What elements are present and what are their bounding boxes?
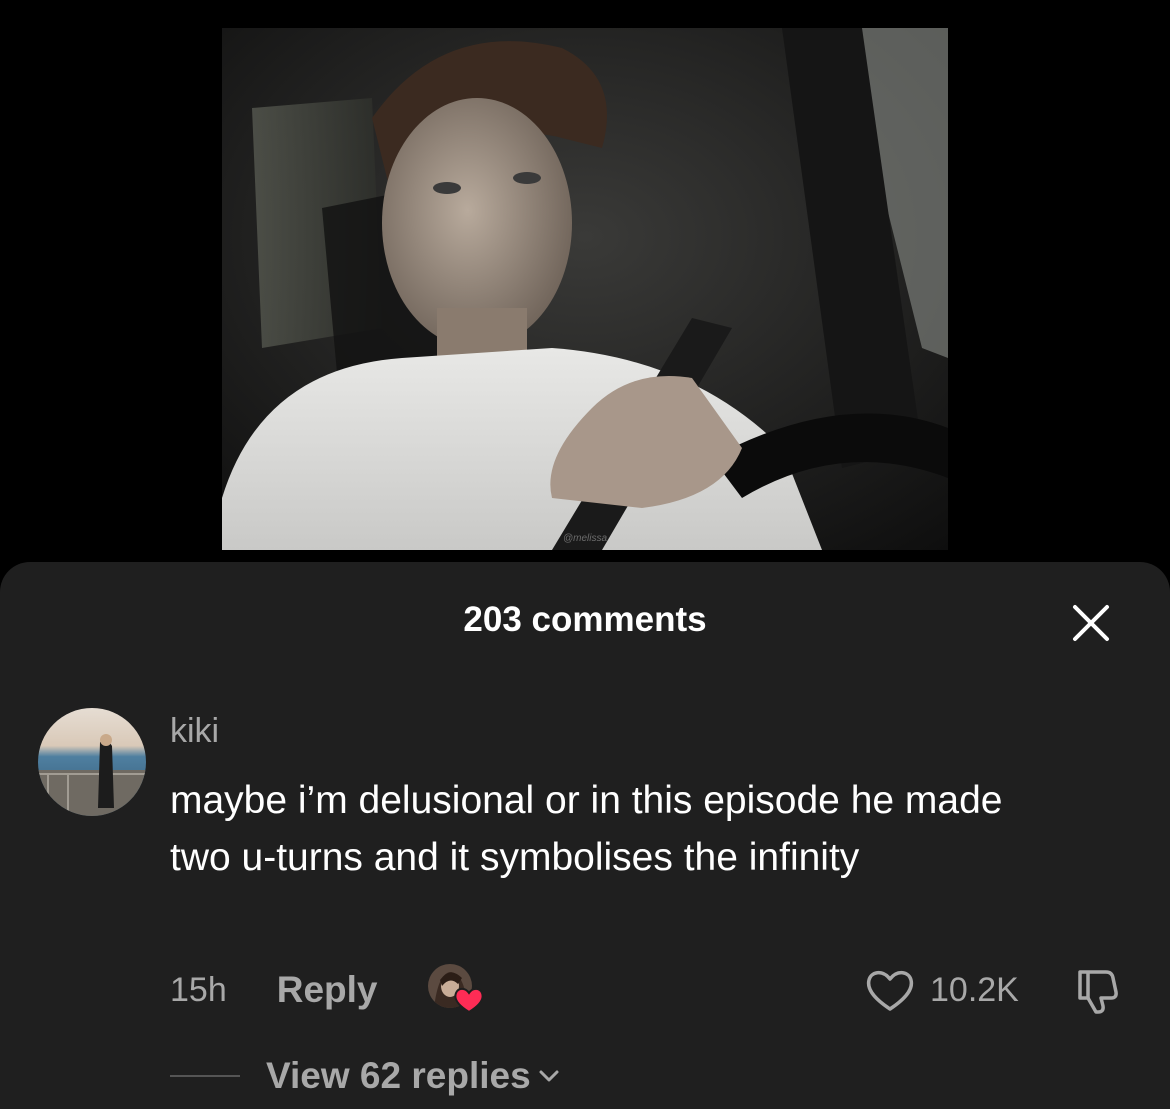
video-player[interactable]: @melissa — [222, 28, 948, 550]
comment-meta: 15h Reply — [170, 964, 484, 1016]
comments-count-title: 203 comments — [463, 600, 707, 639]
view-replies-button[interactable]: View 62 replies — [170, 1052, 561, 1100]
thumbs-down-icon — [1078, 970, 1118, 1014]
chevron-down-icon — [539, 1070, 559, 1082]
comments-sheet: 203 comments kiki maybe i’m delusional o… — [0, 562, 1170, 1109]
heart-icon — [866, 971, 914, 1011]
comment-username[interactable]: kiki — [170, 712, 219, 751]
creator-liked-badge — [427, 964, 484, 1016]
heart-badge-icon — [453, 987, 484, 1014]
video-watermark: @melissa — [562, 533, 608, 544]
like-count: 10.2K — [930, 970, 1019, 1009]
close-button[interactable] — [1070, 602, 1112, 644]
dislike-button[interactable] — [1072, 966, 1124, 1016]
comment-timestamp: 15h — [170, 970, 227, 1009]
user-avatar-image — [38, 708, 146, 816]
view-replies-label: View 62 replies — [266, 1055, 531, 1096]
avatar[interactable] — [38, 708, 146, 816]
replies-divider — [170, 1075, 240, 1077]
like-button[interactable]: 10.2K — [864, 966, 1019, 1014]
screen: @melissa 203 comments kiki maybe i’m del… — [0, 0, 1170, 1109]
comment-text: maybe i’m delusional or in this episode … — [170, 779, 1003, 879]
reply-button[interactable]: Reply — [277, 969, 378, 1011]
close-icon — [1073, 605, 1109, 641]
video-frame-image — [222, 28, 948, 550]
